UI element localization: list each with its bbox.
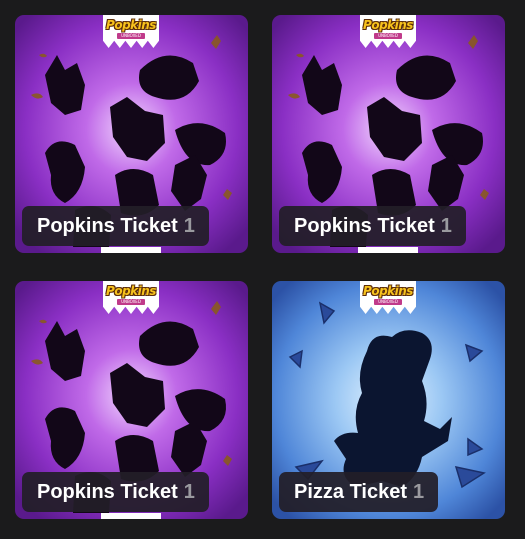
ticket-count: 1: [413, 480, 425, 503]
card-bottom-strip: [101, 513, 161, 519]
ticket-count: 1: [183, 214, 195, 237]
popkins-logo: Popkins UNBOXED: [360, 281, 416, 314]
ticket-title: Popkins Ticket: [37, 214, 178, 237]
popkins-logo: Popkins UNBOXED: [103, 281, 159, 314]
ticket-card-pizza[interactable]: Popkins UNBOXED Pizza Ticket 1: [272, 281, 505, 519]
card-bottom-strip: [358, 247, 418, 253]
popkins-logo: Popkins UNBOXED: [360, 15, 416, 48]
ticket-label: Popkins Ticket 1: [22, 206, 209, 246]
card-bottom-strip: [101, 247, 161, 253]
ticket-label: Popkins Ticket 1: [22, 472, 209, 512]
ticket-count: 1: [183, 480, 195, 503]
ticket-card-popkins-2[interactable]: Popkins UNBOXED Popkins Ticket 1: [272, 15, 505, 253]
ticket-card-popkins-3[interactable]: Popkins UNBOXED Popkins Ticket 1: [15, 281, 248, 519]
ticket-count: 1: [440, 214, 452, 237]
ticket-card-popkins-1[interactable]: Popkins UNBOXED Popkins Ticket 1: [15, 15, 248, 253]
ticket-label: Pizza Ticket 1: [279, 472, 439, 512]
ticket-label: Popkins Ticket 1: [279, 206, 466, 246]
ticket-title: Popkins Ticket: [37, 480, 178, 503]
ticket-title: Pizza Ticket: [294, 480, 408, 503]
ticket-title: Popkins Ticket: [294, 214, 435, 237]
popkins-logo: Popkins UNBOXED: [103, 15, 159, 48]
